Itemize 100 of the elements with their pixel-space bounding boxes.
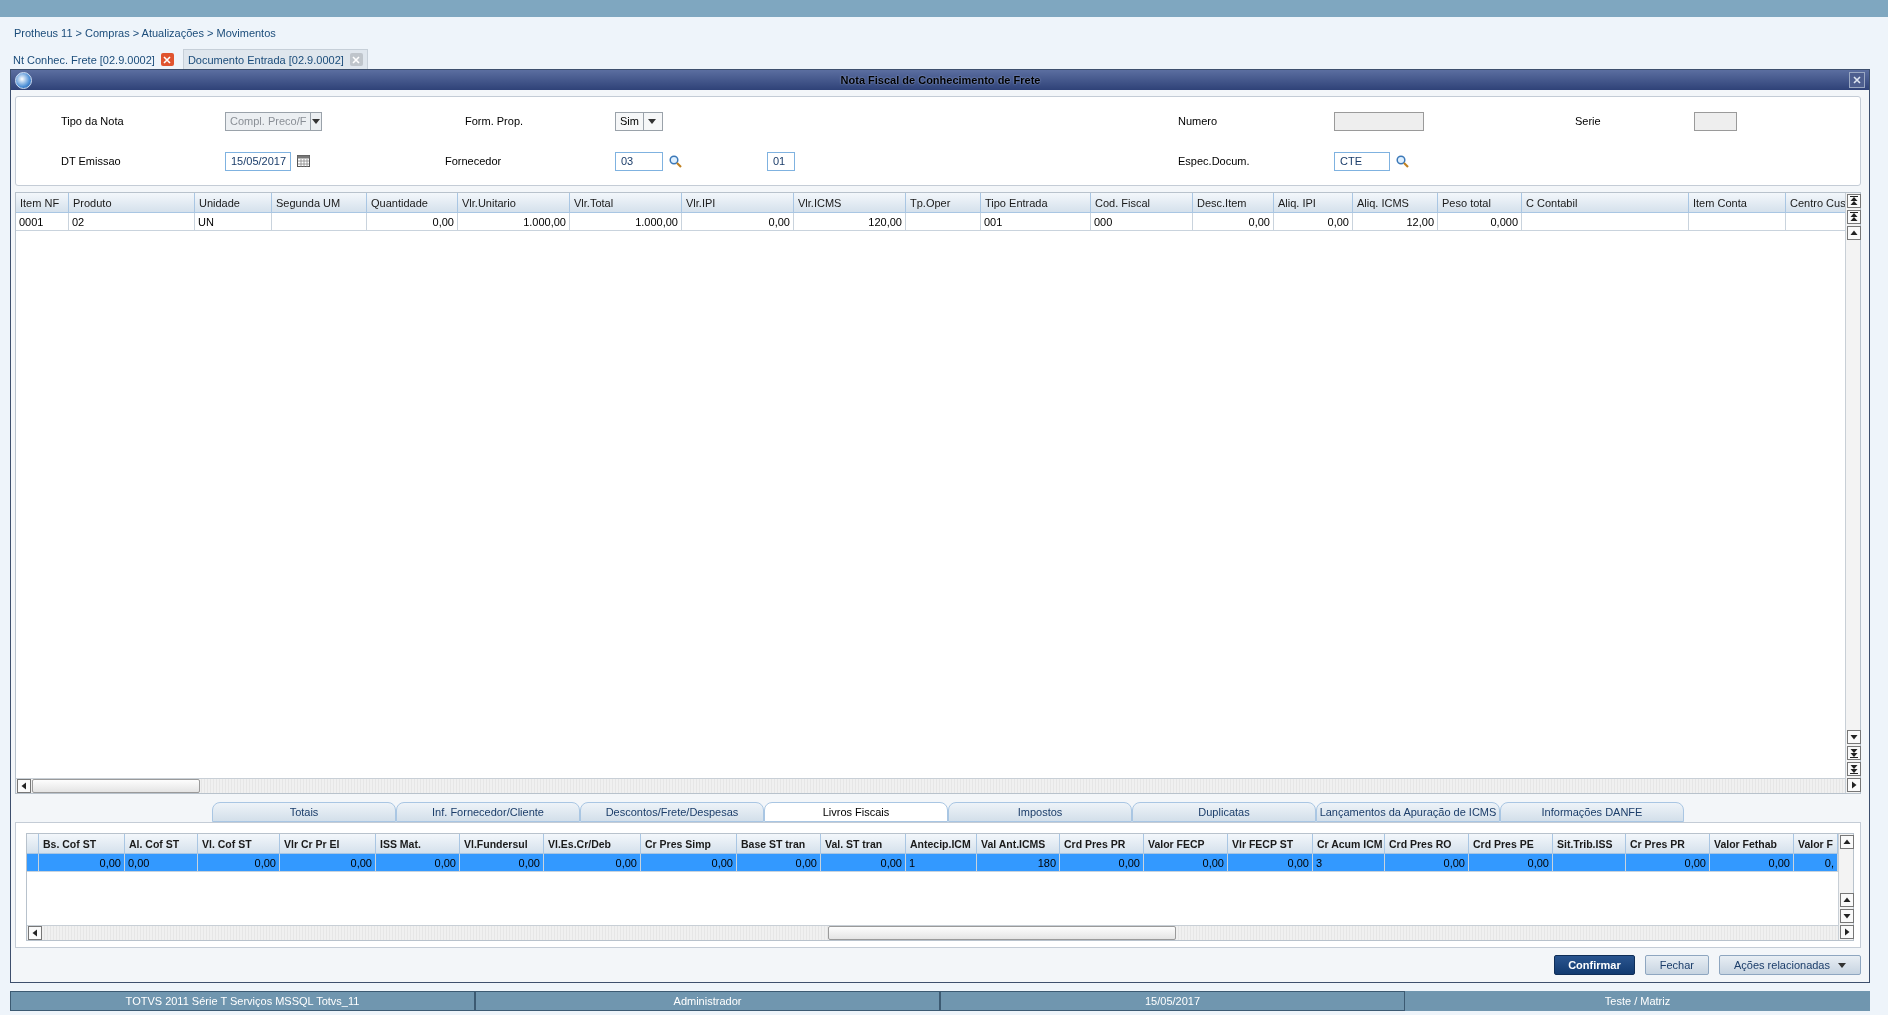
select-field[interactable]: Sim xyxy=(615,111,663,131)
folder-tab[interactable]: Lançamentos da Apuração de ICMS xyxy=(1316,802,1500,822)
close-icon[interactable] xyxy=(1849,72,1865,88)
column-header[interactable]: Vlr.Total xyxy=(570,193,682,212)
column-header[interactable]: Tipo Entrada xyxy=(981,193,1091,212)
table-cell: 0,00 xyxy=(460,854,544,871)
date-field[interactable]: 15/05/2017 xyxy=(225,151,291,171)
column-header[interactable]: Vl.Fundersul xyxy=(460,834,544,853)
column-header[interactable]: Item Conta xyxy=(1689,193,1786,212)
field-label: DT Emissao xyxy=(61,155,121,167)
action-button[interactable]: Confirmar xyxy=(1554,955,1635,975)
column-header[interactable]: Vlr.IPI xyxy=(682,193,794,212)
column-header[interactable]: Base ST tran xyxy=(737,834,821,853)
column-header[interactable]: Vlr.Unitario xyxy=(458,193,570,212)
column-header[interactable]: Val Ant.ICMS xyxy=(977,834,1060,853)
column-header[interactable]: Antecip.ICM xyxy=(906,834,977,853)
table-cell: 0,00 xyxy=(1144,854,1228,871)
folder-tab[interactable]: Impostos xyxy=(948,802,1132,822)
column-header[interactable]: Vlr.ICMS xyxy=(794,193,906,212)
folder-tab[interactable]: Inf. Fornecedor/Cliente xyxy=(396,802,580,822)
caret-icon xyxy=(312,118,321,124)
horizontal-scrollbar[interactable] xyxy=(27,925,1838,940)
column-header[interactable]: Crd Pres RO xyxy=(1385,834,1469,853)
action-button[interactable]: Ações relacionadas xyxy=(1719,955,1861,975)
status-text: 15/05/2017 xyxy=(940,991,1405,1011)
column-header[interactable]: Vlr Cr Pr El xyxy=(280,834,376,853)
column-header[interactable]: Aliq. ICMS xyxy=(1353,193,1438,212)
status-text: TOTVS 2011 Série T Serviços MSSQL Totvs_11 xyxy=(10,991,475,1011)
vertical-scrollbar[interactable] xyxy=(1845,193,1860,793)
input-field[interactable]: 01 xyxy=(767,151,795,171)
column-header[interactable]: Vlr FECP ST xyxy=(1228,834,1313,853)
field-label: Tipo da Nota xyxy=(61,115,124,127)
column-header[interactable]: Item NF xyxy=(16,193,69,212)
folder-tab[interactable]: Informações DANFE xyxy=(1500,802,1684,822)
column-header[interactable]: Unidade xyxy=(195,193,272,212)
table-cell: 0,00 xyxy=(1228,854,1313,871)
vertical-scrollbar[interactable] xyxy=(1838,834,1853,940)
window-title: Nota Fiscal de Conhecimento de Frete xyxy=(839,74,1042,86)
input-field[interactable]: CTE xyxy=(1334,151,1390,171)
close-icon[interactable] xyxy=(160,53,174,66)
folder-tab[interactable]: Livros Fiscais xyxy=(764,802,948,822)
table-cell: 0,00 xyxy=(544,854,641,871)
column-header[interactable]: Valor Fethab xyxy=(1710,834,1794,853)
column-header[interactable]: Al. Cof ST xyxy=(125,834,198,853)
column-header[interactable]: Cr Acum ICM xyxy=(1313,834,1385,853)
table-cell: 02 xyxy=(69,213,195,230)
table-cell: 0,00 xyxy=(376,854,460,871)
table-cell: 180 xyxy=(977,854,1060,871)
search-icon[interactable] xyxy=(1396,154,1409,168)
input-field[interactable]: 03 xyxy=(615,151,663,171)
table-cell: 0,00 xyxy=(198,854,280,871)
table-cell: 120,00 xyxy=(794,213,906,230)
table-cell: 000 xyxy=(1091,213,1193,230)
input-field[interactable] xyxy=(1334,111,1424,131)
table-cell: 0,00 xyxy=(280,854,376,871)
table-cell: 0,00 xyxy=(1710,854,1794,871)
table-cell: 1 xyxy=(906,854,977,871)
table-cell: 0,00 xyxy=(737,854,821,871)
input-field[interactable] xyxy=(1694,111,1737,131)
column-header[interactable]: Produto xyxy=(69,193,195,212)
column-header[interactable]: Segunda UM xyxy=(272,193,367,212)
status-text: Administrador xyxy=(475,991,940,1011)
action-button[interactable]: Fechar xyxy=(1644,955,1709,975)
column-header[interactable]: Peso total xyxy=(1438,193,1522,212)
table-cell: 0,00 xyxy=(125,854,198,871)
table-row[interactable]: 0,00 0,00 0,00 0,00 0,00 0,00 0,00 0,00 0,00 0,00 1 180 0,00 0,00 0,00 3 0,00 0,00 0,00 0,00 0, xyxy=(27,854,1838,872)
column-header[interactable]: Vl. Cof ST xyxy=(198,834,280,853)
tab[interactable]: Documento Entrada [02.9.0002] xyxy=(182,49,368,69)
folder-tab[interactable]: Descontos/Frete/Despesas xyxy=(580,802,764,822)
table-cell: 0,00 xyxy=(682,213,794,230)
table-cell: 0,00 xyxy=(641,854,737,871)
column-header[interactable]: Tp.Oper xyxy=(906,193,981,212)
column-header[interactable]: Valor FECP xyxy=(1144,834,1228,853)
search-icon[interactable] xyxy=(669,154,682,168)
horizontal-scrollbar[interactable] xyxy=(16,778,1845,793)
column-header[interactable]: Cr Pres PR xyxy=(1626,834,1710,853)
column-header[interactable]: ISS Mat. xyxy=(376,834,460,853)
column-header[interactable]: Aliq. IPI xyxy=(1274,193,1353,212)
calendar-icon[interactable] xyxy=(297,155,310,167)
table-cell: 3 xyxy=(1313,854,1385,871)
column-header[interactable]: Crd Pres PE xyxy=(1469,834,1553,853)
column-header[interactable]: Crd Pres PR xyxy=(1060,834,1144,853)
table-cell: 0,00 xyxy=(367,213,458,230)
column-header[interactable]: Cod. Fiscal xyxy=(1091,193,1193,212)
column-header[interactable]: Quantidade xyxy=(367,193,458,212)
column-header[interactable]: Val. ST tran xyxy=(821,834,906,853)
folder-tab[interactable]: Duplicatas xyxy=(1132,802,1316,822)
breadcrumb: Protheus 11 > Compras > Atualizações > Movimentos xyxy=(14,27,276,39)
column-header[interactable]: Sit.Trib.ISS xyxy=(1553,834,1626,853)
column-header[interactable]: C Contabil xyxy=(1522,193,1689,212)
table-cell: 0,00 xyxy=(821,854,906,871)
field-label: Fornecedor xyxy=(445,155,502,167)
caret-icon xyxy=(1838,962,1846,968)
field-label: Numero xyxy=(1178,115,1218,127)
folder-tab[interactable]: Totais xyxy=(212,802,396,822)
column-header[interactable]: Cr Pres Simp xyxy=(641,834,737,853)
column-header[interactable]: Desc.Item xyxy=(1193,193,1274,212)
column-header[interactable]: Vl.Es.Cr/Deb xyxy=(544,834,641,853)
table-cell: 0,00 xyxy=(1060,854,1144,871)
column-header[interactable]: Bs. Cof ST xyxy=(39,834,125,853)
